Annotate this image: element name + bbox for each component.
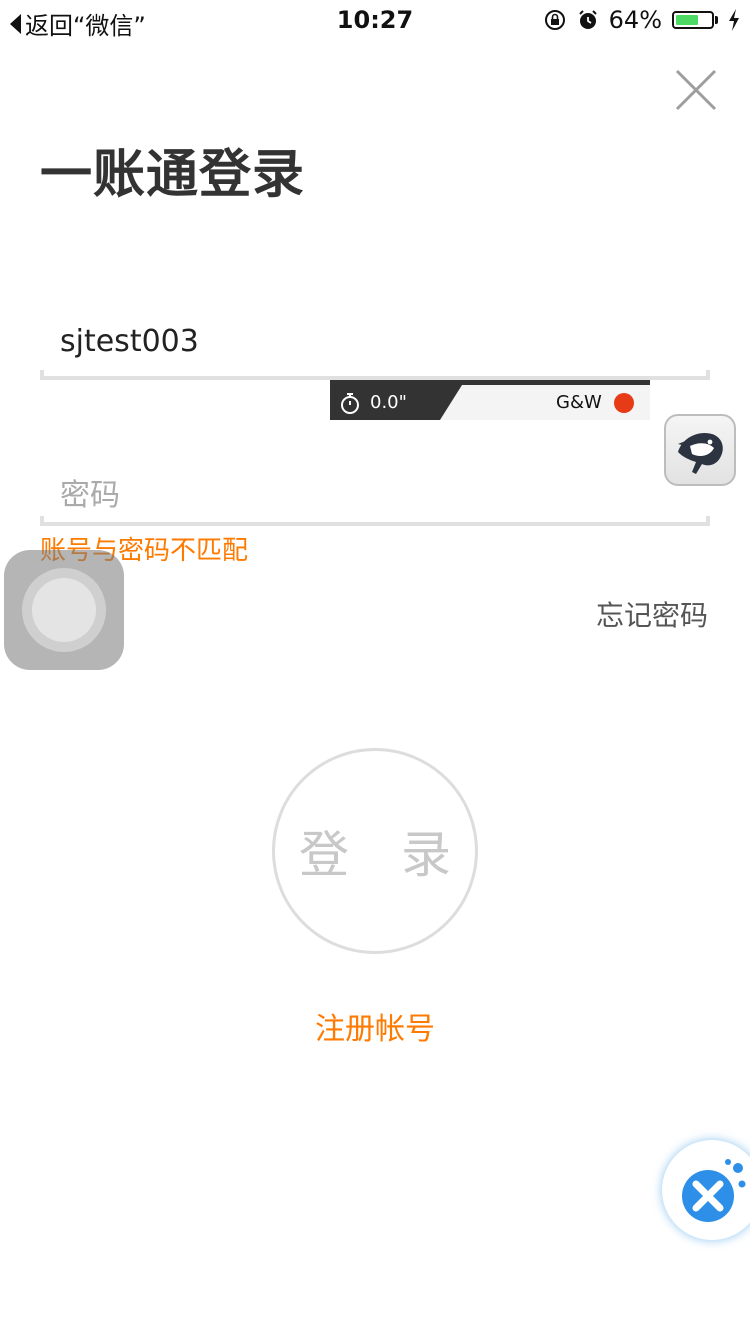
floating-app-button[interactable] [664,414,736,486]
close-button[interactable] [674,68,718,112]
alarm-icon [578,10,597,29]
close-icon [675,69,717,111]
back-to-wechat[interactable]: 返回“微信” [10,6,146,41]
login-page: 返回“微信” 10:27 64% 一账通登录 sjtest003 密码 账号与密… [0,0,750,1334]
orientation-lock-icon [544,10,565,30]
record-dot-icon[interactable] [614,393,634,413]
assistive-touch-button[interactable] [4,550,124,670]
battery-percent: 64% [608,6,662,34]
account-field[interactable]: sjtest003 [40,320,710,382]
status-indicators: 64% [543,6,740,34]
page-title: 一账通登录 [40,145,306,205]
recorder-brand: G&W [556,392,602,413]
login-button[interactable]: 登 录 [272,748,478,954]
tools-icon [682,1159,746,1222]
back-label: 返回“微信” [25,12,146,40]
forgot-password-link[interactable]: 忘记密码 [596,594,708,634]
password-field[interactable]: 密码 [40,466,710,528]
status-bar: 返回“微信” 10:27 64% [0,0,750,40]
recorder-time: 0.0" [370,392,407,413]
account-underline [40,370,710,380]
password-input-placeholder[interactable]: 密码 [60,470,120,514]
register-link[interactable]: 注册帐号 [0,1004,750,1048]
bird-icon [678,432,723,474]
battery-icon [672,11,718,29]
assistive-touch-core [32,578,96,642]
register-label[interactable]: 注册帐号 [315,1012,435,1047]
recorder-slant [440,385,462,420]
charging-icon [729,9,739,31]
password-underline [40,516,710,526]
recorder-timer: 0.0" [330,385,440,420]
account-input-value[interactable]: sjtest003 [60,324,199,359]
recorder-bar[interactable]: 0.0" G&W [330,380,650,420]
stopwatch-icon [341,392,359,414]
floating-tool-button[interactable] [662,1140,750,1240]
back-arrow-icon [10,13,21,34]
